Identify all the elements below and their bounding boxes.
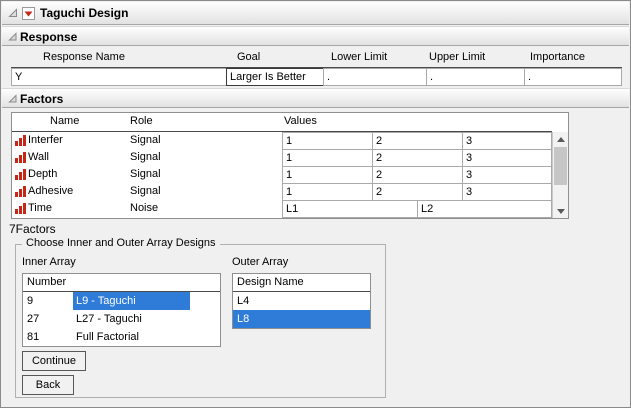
disclosure-triangle-icon[interactable] bbox=[8, 8, 19, 19]
factor-value-cell[interactable]: 1 bbox=[282, 132, 373, 150]
bar-chart-icon bbox=[15, 202, 26, 214]
factor-value-cell[interactable]: 1 bbox=[282, 183, 373, 201]
inner-array-design-name[interactable]: Full Factorial bbox=[73, 328, 190, 346]
inner-array-label: Inner Array bbox=[22, 256, 76, 268]
column-header-response-name: Response Name bbox=[43, 51, 125, 63]
factor-row[interactable]: Time Noise L1 L2 bbox=[12, 200, 568, 217]
factor-value-cell[interactable]: 3 bbox=[462, 132, 552, 150]
factor-row[interactable]: Depth Signal 1 2 3 bbox=[12, 166, 568, 183]
factor-value-cell[interactable]: L2 bbox=[417, 200, 552, 218]
inner-array-number: 9 bbox=[23, 292, 69, 310]
bar-chart-icon bbox=[15, 168, 26, 180]
column-header-goal: Goal bbox=[237, 51, 260, 63]
factor-role[interactable]: Signal bbox=[130, 166, 161, 183]
groupbox-title: Choose Inner and Outer Array Designs bbox=[22, 237, 220, 249]
disclosure-triangle-icon[interactable] bbox=[8, 94, 19, 105]
factor-role[interactable]: Signal bbox=[130, 132, 161, 149]
column-header-importance: Importance bbox=[530, 51, 585, 63]
column-header-values: Values bbox=[284, 115, 317, 127]
factor-value-cell[interactable]: 2 bbox=[372, 166, 463, 184]
taguchi-design-window: Taguchi Design Response Response Name Go… bbox=[0, 0, 631, 408]
array-design-groupbox: Choose Inner and Outer Array Designs Inn… bbox=[15, 244, 386, 398]
factors-section-header[interactable]: Factors bbox=[2, 88, 629, 108]
column-header-lower-limit: Lower Limit bbox=[331, 51, 387, 63]
factor-value-cell[interactable]: 1 bbox=[282, 149, 373, 167]
factor-name[interactable]: Interfer bbox=[28, 132, 63, 149]
factor-name[interactable]: Time bbox=[28, 200, 52, 217]
factor-value-cell[interactable]: L1 bbox=[282, 200, 418, 218]
vertical-scrollbar[interactable] bbox=[552, 132, 568, 218]
upper-limit-cell[interactable]: . bbox=[426, 68, 525, 86]
outer-array-row[interactable]: L4 bbox=[233, 292, 370, 310]
outer-array-label: Outer Array bbox=[232, 256, 288, 268]
column-header-upper-limit: Upper Limit bbox=[429, 51, 485, 63]
inner-array-number: 81 bbox=[23, 328, 69, 346]
factors-count-label: 7Factors bbox=[9, 222, 56, 236]
factor-value-cell[interactable]: 3 bbox=[462, 166, 552, 184]
factor-value-cell[interactable]: 2 bbox=[372, 149, 463, 167]
red-triangle-menu-icon[interactable] bbox=[22, 7, 35, 20]
back-button[interactable]: Back bbox=[22, 375, 74, 395]
factor-value-cell[interactable]: 2 bbox=[372, 132, 463, 150]
scrollbar-thumb[interactable] bbox=[554, 147, 567, 185]
factor-row[interactable]: Adhesive Signal 1 2 3 bbox=[12, 183, 568, 200]
inner-array-list: Number 9 L9 - Taguchi 27 L27 - Taguchi 8… bbox=[22, 273, 221, 347]
factor-row[interactable]: Interfer Signal 1 2 3 bbox=[12, 132, 568, 149]
factor-role[interactable]: Signal bbox=[130, 149, 161, 166]
factors-table: Name Role Values Interfer Signal 1 2 3 W… bbox=[11, 112, 569, 219]
bar-chart-icon bbox=[15, 134, 26, 146]
inner-array-design-name[interactable]: L9 - Taguchi bbox=[73, 292, 190, 310]
lower-limit-cell[interactable]: . bbox=[323, 68, 427, 86]
goal-dropdown[interactable]: Larger Is Better bbox=[226, 68, 324, 86]
inner-array-number: 27 bbox=[23, 310, 69, 328]
column-header-role: Role bbox=[130, 115, 153, 127]
window-title: Taguchi Design bbox=[40, 2, 128, 25]
scroll-up-button[interactable] bbox=[553, 132, 568, 146]
factor-value-cell[interactable]: 2 bbox=[372, 183, 463, 201]
section-title-factors: Factors bbox=[20, 89, 63, 109]
outline-header-taguchi-design[interactable]: Taguchi Design bbox=[2, 2, 629, 25]
inner-array-design-name[interactable]: L27 - Taguchi bbox=[73, 310, 190, 328]
disclosure-triangle-icon[interactable] bbox=[8, 32, 19, 43]
factor-name[interactable]: Adhesive bbox=[28, 183, 73, 200]
inner-array-column-header: Number bbox=[23, 274, 220, 292]
outer-array-list: Design Name L4 L8 bbox=[232, 273, 371, 329]
factor-name[interactable]: Depth bbox=[28, 166, 57, 183]
continue-button[interactable]: Continue bbox=[22, 351, 86, 371]
inner-array-row[interactable]: 27 L27 - Taguchi bbox=[23, 310, 220, 328]
bar-chart-icon bbox=[15, 185, 26, 197]
bar-chart-icon bbox=[15, 151, 26, 163]
outer-array-column-header: Design Name bbox=[233, 274, 370, 292]
response-section-header[interactable]: Response bbox=[2, 26, 629, 46]
response-name-cell[interactable]: Y bbox=[11, 68, 227, 86]
outer-array-row[interactable]: L8 bbox=[233, 310, 370, 328]
inner-array-row[interactable]: 81 Full Factorial bbox=[23, 328, 220, 346]
factor-role[interactable]: Noise bbox=[130, 200, 158, 217]
factor-value-cell[interactable]: 3 bbox=[462, 149, 552, 167]
scroll-down-button[interactable] bbox=[553, 204, 568, 218]
column-header-name: Name bbox=[50, 115, 79, 127]
factor-role[interactable]: Signal bbox=[130, 183, 161, 200]
importance-cell[interactable]: . bbox=[524, 68, 622, 86]
factor-value-cell[interactable]: 1 bbox=[282, 166, 373, 184]
inner-array-row[interactable]: 9 L9 - Taguchi bbox=[23, 292, 220, 310]
section-title-response: Response bbox=[20, 27, 77, 47]
factor-name[interactable]: Wall bbox=[28, 149, 49, 166]
factor-value-cell[interactable]: 3 bbox=[462, 183, 552, 201]
factor-row[interactable]: Wall Signal 1 2 3 bbox=[12, 149, 568, 166]
